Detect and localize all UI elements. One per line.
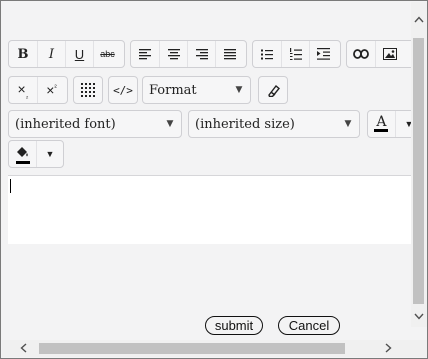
bold-button[interactable]: B xyxy=(9,41,37,67)
background-color-group: ▼ xyxy=(8,140,64,168)
font-color-swatch xyxy=(374,129,388,132)
text-style-group: B I U abc xyxy=(8,40,125,68)
background-color-swatch xyxy=(16,161,30,164)
clear-format-group xyxy=(258,76,288,104)
table-icon xyxy=(81,83,95,97)
numbered-list-icon xyxy=(289,47,302,60)
superscript-icon: ×² xyxy=(46,82,57,98)
chevron-right-icon[interactable] xyxy=(385,343,392,353)
indent-button[interactable] xyxy=(309,41,337,67)
font-size-select[interactable]: (inherited size) ▼ xyxy=(188,110,360,138)
bold-icon: B xyxy=(17,46,29,62)
list-group xyxy=(252,40,341,68)
numbered-list-button[interactable] xyxy=(281,41,309,67)
chevron-down-icon: ▼ xyxy=(166,119,174,129)
chevron-down-icon: ▼ xyxy=(45,149,55,159)
align-right-icon xyxy=(195,49,208,60)
source-group: </> xyxy=(108,76,138,104)
align-left-icon xyxy=(139,49,151,60)
cancel-button[interactable]: Cancel xyxy=(278,316,340,335)
text-cursor xyxy=(10,179,11,193)
indent-icon xyxy=(317,48,330,60)
font-color-icon: A xyxy=(376,114,387,130)
italic-button[interactable]: I xyxy=(37,41,65,67)
source-code-button[interactable]: </> xyxy=(109,77,137,103)
font-color-dropdown[interactable]: ▼ xyxy=(394,111,411,137)
horizontal-scrollbar[interactable] xyxy=(2,340,411,357)
clear-formatting-button[interactable] xyxy=(259,77,287,103)
alignment-group xyxy=(130,40,247,68)
align-center-button[interactable] xyxy=(159,41,187,67)
justify-button[interactable] xyxy=(215,41,243,67)
underline-button[interactable]: U xyxy=(65,41,93,67)
editor-content-area[interactable] xyxy=(8,175,411,244)
format-select-value: Format xyxy=(149,82,197,98)
align-center-icon xyxy=(167,49,180,60)
font-color-button[interactable]: A xyxy=(368,111,395,137)
table-button[interactable] xyxy=(74,77,102,103)
bulleted-list-button[interactable] xyxy=(253,41,281,67)
background-color-icon xyxy=(17,146,29,157)
chevron-down-icon: ▼ xyxy=(235,85,243,95)
font-family-select[interactable]: (inherited font) ▼ xyxy=(8,110,182,138)
source-code-icon: </> xyxy=(113,83,133,97)
background-color-dropdown[interactable]: ▼ xyxy=(35,141,63,167)
eraser-icon xyxy=(268,84,280,97)
scrollbar-corner xyxy=(411,340,427,357)
chevron-down-icon[interactable] xyxy=(414,313,424,320)
strikethrough-button[interactable]: abc xyxy=(93,41,121,67)
link-button[interactable] xyxy=(347,41,375,67)
chevron-left-icon[interactable] xyxy=(20,343,27,353)
editor-toolbar: B I U abc ×₂ ×² </> Format ▼ (inherited … xyxy=(2,2,411,176)
strikethrough-icon: abc xyxy=(100,49,115,59)
font-size-select-value: (inherited size) xyxy=(195,116,295,132)
script-group: ×₂ ×² xyxy=(8,76,68,104)
subscript-button[interactable]: ×₂ xyxy=(9,77,37,103)
font-color-group: A ▼ xyxy=(367,110,411,138)
image-button[interactable] xyxy=(375,41,403,67)
submit-button[interactable]: submit xyxy=(205,316,263,335)
bulleted-list-icon xyxy=(261,49,273,60)
link-icon xyxy=(353,49,369,59)
chevron-down-icon: ▼ xyxy=(344,119,352,129)
image-icon xyxy=(382,48,397,60)
vertical-scroll-thumb[interactable] xyxy=(413,38,424,304)
insert-group xyxy=(346,40,411,68)
justify-icon xyxy=(223,49,236,60)
align-right-button[interactable] xyxy=(187,41,215,67)
font-family-select-value: (inherited font) xyxy=(15,116,116,132)
chevron-up-icon[interactable] xyxy=(414,16,424,23)
superscript-button[interactable]: ×² xyxy=(37,77,65,103)
horizontal-scroll-thumb[interactable] xyxy=(39,343,345,354)
underline-icon: U xyxy=(74,46,85,62)
format-select[interactable]: Format ▼ xyxy=(142,76,251,104)
align-left-button[interactable] xyxy=(131,41,159,67)
vertical-scrollbar[interactable] xyxy=(411,2,427,327)
italic-icon: I xyxy=(48,46,55,62)
table-group xyxy=(73,76,103,104)
window-frame: B I U abc ×₂ ×² </> Format ▼ (inherited … xyxy=(0,0,428,359)
background-color-button[interactable] xyxy=(9,141,36,167)
subscript-icon: ×₂ xyxy=(17,80,29,100)
